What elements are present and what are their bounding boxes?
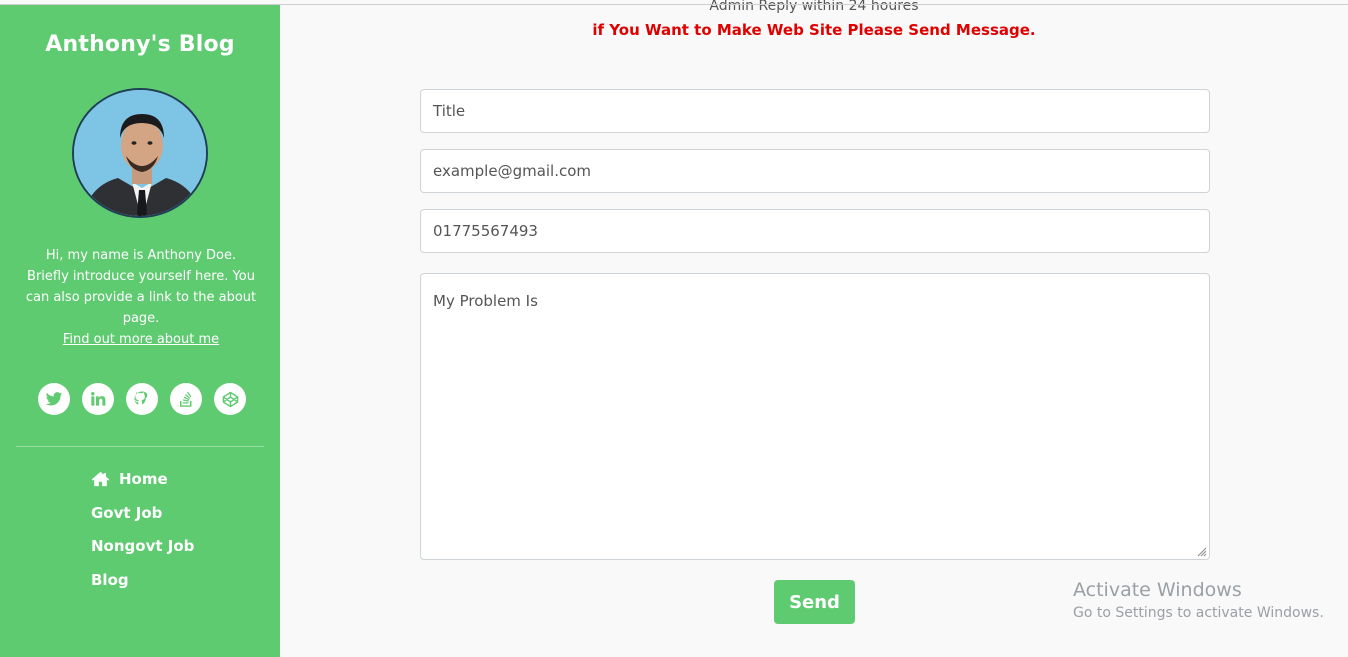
stackoverflow-icon	[180, 391, 192, 407]
bio: Hi, my name is Anthony Doe. Briefly intr…	[24, 245, 258, 350]
nav-item-nongovt-job[interactable]: Nongovt Job	[91, 529, 280, 563]
title-placeholder: Title	[433, 102, 466, 120]
profile-photo	[74, 90, 206, 216]
twitter-link[interactable]	[38, 383, 70, 415]
nav-label-govt-job: Govt Job	[91, 503, 163, 522]
nav-item-home[interactable]: Home	[91, 462, 280, 496]
nav-label-nongovt-job: Nongovt Job	[91, 537, 195, 556]
sidebar-divider	[16, 446, 264, 447]
social-links	[4, 383, 280, 415]
nav-label-home: Home	[119, 469, 168, 488]
notice-message: if You Want to Make Web Site Please Send…	[592, 21, 1036, 39]
codepen-link[interactable]	[214, 383, 246, 415]
sidebar: Anthony's Blog Hi, my name is Anthony Do…	[0, 5, 280, 657]
phone-input[interactable]: 01775567493	[420, 209, 1210, 253]
home-icon	[91, 471, 110, 486]
nav-label-blog: Blog	[91, 570, 129, 589]
bio-text: Hi, my name is Anthony Doe. Briefly intr…	[25, 248, 257, 326]
nav-item-blog[interactable]: Blog	[91, 563, 280, 597]
admin-reply-text: Admin Reply within 24 houres	[709, 0, 919, 14]
linkedin-link[interactable]	[82, 383, 114, 415]
codepen-icon	[222, 391, 238, 407]
linkedin-icon	[91, 392, 106, 406]
twitter-icon	[45, 392, 63, 406]
nav-item-govt-job[interactable]: Govt Job	[91, 496, 280, 530]
sidebar-nav: Home Govt Job Nongovt Job Blog	[91, 462, 280, 597]
watermark-subtitle: Go to Settings to activate Windows.	[1073, 605, 1324, 621]
top-border	[0, 4, 1348, 5]
message-placeholder: My Problem Is	[433, 292, 538, 310]
github-icon	[134, 391, 148, 405]
email-placeholder: example@gmail.com	[433, 162, 592, 180]
stackoverflow-link[interactable]	[170, 383, 202, 415]
title-input[interactable]: Title	[420, 89, 1210, 133]
about-link[interactable]: Find out more about me	[63, 332, 219, 347]
main-content: Admin Reply within 24 houres if You Want…	[280, 0, 1348, 657]
message-textarea[interactable]: My Problem Is	[420, 273, 1210, 560]
email-input[interactable]: example@gmail.com	[420, 149, 1210, 193]
blog-title[interactable]: Anthony's Blog	[0, 32, 280, 57]
resize-handle-icon[interactable]	[1195, 545, 1207, 557]
github-link[interactable]	[126, 383, 158, 415]
send-button[interactable]: Send	[774, 580, 855, 624]
activate-windows-watermark: Activate Windows Go to Settings to activ…	[1073, 579, 1324, 621]
watermark-title: Activate Windows	[1073, 579, 1242, 601]
phone-placeholder: 01775567493	[433, 222, 538, 240]
avatar	[72, 88, 208, 218]
